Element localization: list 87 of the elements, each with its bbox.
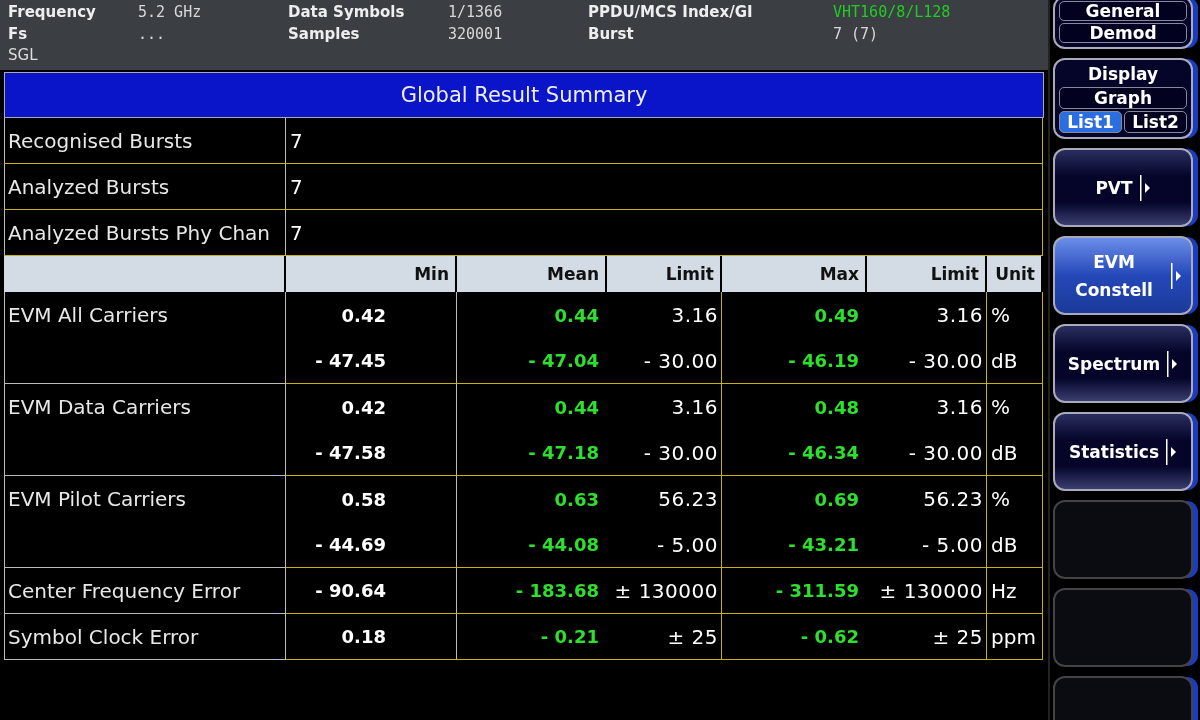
table-cell: ± 25 <box>867 614 987 660</box>
submenu-arrow-icon <box>1166 348 1179 379</box>
parameter-value: 7 (7) <box>833 25 880 43</box>
parameter-label: Burst <box>588 25 635 43</box>
column-header: Mean <box>457 256 607 292</box>
parameter-label: Frequency <box>8 3 97 21</box>
parameter-label: PPDU/MCS Index/GI <box>588 3 754 21</box>
column-header: Limit <box>867 256 987 292</box>
parameter-label: Fs <box>8 25 29 43</box>
table-cell: 0.42 <box>286 384 457 430</box>
table-cell-text: 0.44 <box>553 303 600 328</box>
table-cell: ± 25 <box>607 614 722 660</box>
table-cell: ppm <box>987 614 1043 660</box>
row-label: EVM Pilot Carriers <box>4 476 286 568</box>
submenu-arrow-icon <box>1138 172 1151 203</box>
table-cell: dB <box>987 338 1043 384</box>
table-cell: dB <box>987 430 1043 476</box>
table-cell: 7 <box>286 118 1043 164</box>
softkey-option[interactable]: Demod <box>1059 23 1187 43</box>
submenu-arrow-icon <box>1165 436 1178 467</box>
table-cell: 3.16 <box>607 384 722 430</box>
column-header: Min <box>286 256 457 292</box>
table-cell: - 90.64 <box>286 568 457 614</box>
table-cell: 0.42 <box>286 292 457 338</box>
table-cell: - 47.45 <box>286 338 457 384</box>
table-cell: - 43.21 <box>722 522 867 568</box>
parameter-value: 5.2 GHz <box>138 3 203 21</box>
table-title: Global Result Summary <box>4 72 1044 118</box>
softkey-title: Display <box>1087 63 1159 85</box>
softkey-option[interactable]: Graph <box>1059 87 1187 109</box>
table-cell: - 44.69 <box>286 522 457 568</box>
parameter-value: 1/1366 <box>448 3 504 21</box>
table-cell: ± 130000 <box>867 568 987 614</box>
sweep-mode-label: SGL <box>8 46 38 64</box>
table-cell: - 30.00 <box>867 430 987 476</box>
parameter-value: VHT160/8/L128 <box>833 3 952 21</box>
table-cell: - 5.00 <box>607 522 722 568</box>
table-cell: - 0.21 <box>457 614 607 660</box>
column-header: Limit <box>607 256 722 292</box>
parameter-label: Data Symbols <box>288 3 406 21</box>
table-cell: Hz <box>987 568 1043 614</box>
softkey-option[interactable]: List1 <box>1059 111 1122 133</box>
column-header: Unit <box>987 256 1043 292</box>
table-cell-text: 0.44 <box>553 395 600 420</box>
softkey-option[interactable]: General <box>1059 1 1187 21</box>
table-cell: 3.16 <box>867 292 987 338</box>
table-cell: 7 <box>286 164 1043 210</box>
table-cell: - 47.58 <box>286 430 457 476</box>
table-cell: 56.23 <box>607 476 722 522</box>
row-label: EVM Data Carriers <box>4 384 286 476</box>
table-cell: - 30.00 <box>867 338 987 384</box>
table-cell: % <box>987 384 1043 430</box>
table-cell-text: 0.49 <box>813 303 860 328</box>
row-label: Center Frequency Error <box>4 568 286 614</box>
table-cell: 3.16 <box>867 384 987 430</box>
table-cell: - 5.00 <box>867 522 987 568</box>
table-cell: - 183.68 <box>457 568 607 614</box>
softkey-option[interactable]: List2 <box>1124 111 1187 133</box>
parameter-label: Samples <box>288 25 361 43</box>
table-cell: - 47.04 <box>457 338 607 384</box>
table-cell-text: 0.48 <box>813 395 860 420</box>
row-label: Recognised Bursts <box>4 118 286 164</box>
table-cell: 0.18 <box>286 614 457 660</box>
table-cell: 56.23 <box>867 476 987 522</box>
row-label: Symbol Clock Error <box>4 614 286 660</box>
table-cell-text: 0.63 <box>553 487 600 512</box>
table-cell: % <box>987 476 1043 522</box>
table-cell: - 46.34 <box>722 430 867 476</box>
table-cell: - 47.18 <box>457 430 607 476</box>
table-cell-text: 0.69 <box>813 487 860 512</box>
table-cell: ± 130000 <box>607 568 722 614</box>
column-header: Max <box>722 256 867 292</box>
parameter-value: 320001 <box>448 25 504 43</box>
row-label: Analyzed Bursts <box>4 164 286 210</box>
table-cell: 3.16 <box>607 292 722 338</box>
table-cell: - 30.00 <box>607 338 722 384</box>
table-cell: - 46.19 <box>722 338 867 384</box>
table-cell: - 311.59 <box>722 568 867 614</box>
parameter-value: ... <box>138 25 167 43</box>
table-cell: - 0.62 <box>722 614 867 660</box>
table-cell: dB <box>987 522 1043 568</box>
row-label: EVM All Carriers <box>4 292 286 384</box>
table-cell: - 30.00 <box>607 430 722 476</box>
table-cell: - 44.08 <box>457 522 607 568</box>
table-cell: 0.58 <box>286 476 457 522</box>
submenu-arrow-icon <box>1170 260 1182 291</box>
table-cell: % <box>987 292 1043 338</box>
